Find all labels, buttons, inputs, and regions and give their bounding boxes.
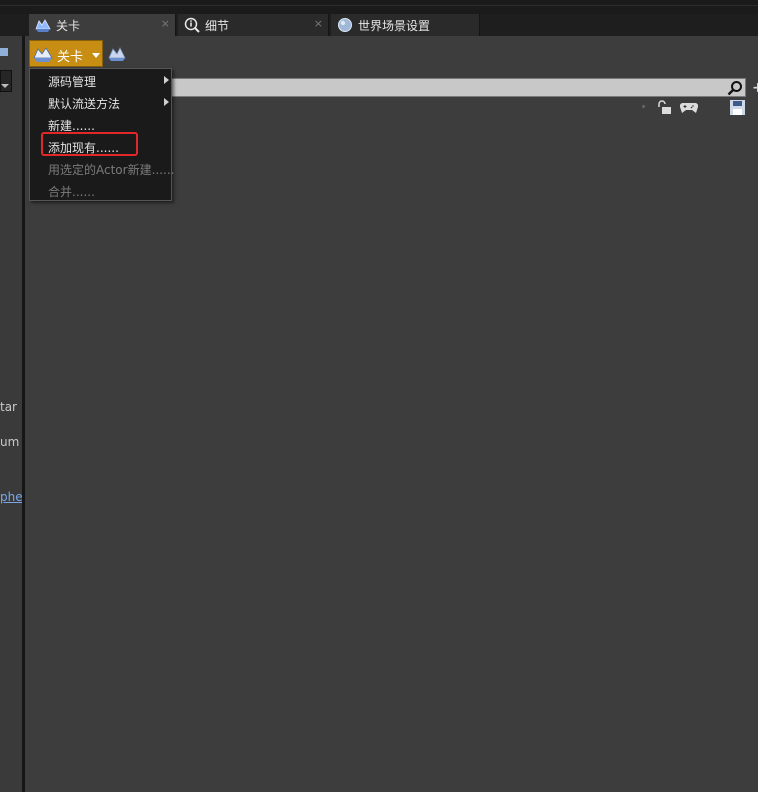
ue-editor-window: 关卡 × 细节 × 世界场景设置 tar um phe 关卡 + 源码管理 默认… xyxy=(0,0,758,792)
tab-details-close-icon[interactable]: × xyxy=(314,17,323,30)
search-icon[interactable] xyxy=(727,80,743,96)
left-truncated-text-1: tar xyxy=(0,400,17,414)
save-icon[interactable] xyxy=(730,100,745,115)
add-icon[interactable]: + xyxy=(752,80,758,96)
left-truncated-text-2: um xyxy=(0,435,20,449)
tab-bar: 关卡 × 细节 × 世界场景设置 xyxy=(0,14,758,36)
menu-item-label: 合并...... xyxy=(48,185,95,199)
details-icon xyxy=(184,17,200,33)
levels-icon xyxy=(35,19,51,32)
highlight-box xyxy=(41,132,138,156)
left-panel xyxy=(0,36,22,792)
left-tool-icon[interactable] xyxy=(0,46,10,58)
left-truncated-link[interactable]: phe xyxy=(0,490,23,504)
top-strip xyxy=(0,0,758,14)
menu-item-label: 源码管理 xyxy=(48,75,97,89)
levels-icon xyxy=(33,47,53,62)
menu-item-label: 默认流送方法 xyxy=(48,97,121,111)
dot-indicator xyxy=(642,105,645,108)
menu-item-create-new-with-selected-actors: 用选定的Actor新建...... xyxy=(30,157,175,179)
panel-divider[interactable] xyxy=(22,36,25,792)
levels-dropdown-button[interactable]: 关卡 xyxy=(29,40,103,67)
chevron-right-icon xyxy=(164,76,169,84)
tab-levels-close-icon[interactable]: × xyxy=(161,17,170,30)
tab-levels[interactable]: 关卡 × xyxy=(29,14,176,36)
tab-details[interactable]: 细节 × xyxy=(178,14,329,36)
menu-item-default-streaming-method[interactable]: 默认流送方法 xyxy=(30,91,171,113)
menu-item-merge: 合并...... xyxy=(30,179,171,201)
menu-item-source-control[interactable]: 源码管理 xyxy=(30,69,171,91)
menu-item-label: 用选定的Actor新建...... xyxy=(48,163,175,177)
tab-details-label: 细节 xyxy=(205,19,230,33)
left-combo-box[interactable] xyxy=(0,70,12,92)
lock-icon[interactable] xyxy=(656,100,672,115)
tab-levels-label: 关卡 xyxy=(56,19,81,33)
levels-button-label: 关卡 xyxy=(57,50,84,65)
left-combo-chevron-down-icon xyxy=(1,84,9,88)
level-summon-icon[interactable] xyxy=(108,46,126,62)
chevron-right-icon xyxy=(164,98,169,106)
world-settings-icon xyxy=(338,18,352,32)
chevron-down-icon xyxy=(92,53,100,58)
gamepad-icon[interactable] xyxy=(680,101,698,114)
tab-world-settings[interactable]: 世界场景设置 xyxy=(331,14,480,36)
tab-world-settings-label: 世界场景设置 xyxy=(358,19,431,33)
search-input[interactable] xyxy=(170,78,746,97)
